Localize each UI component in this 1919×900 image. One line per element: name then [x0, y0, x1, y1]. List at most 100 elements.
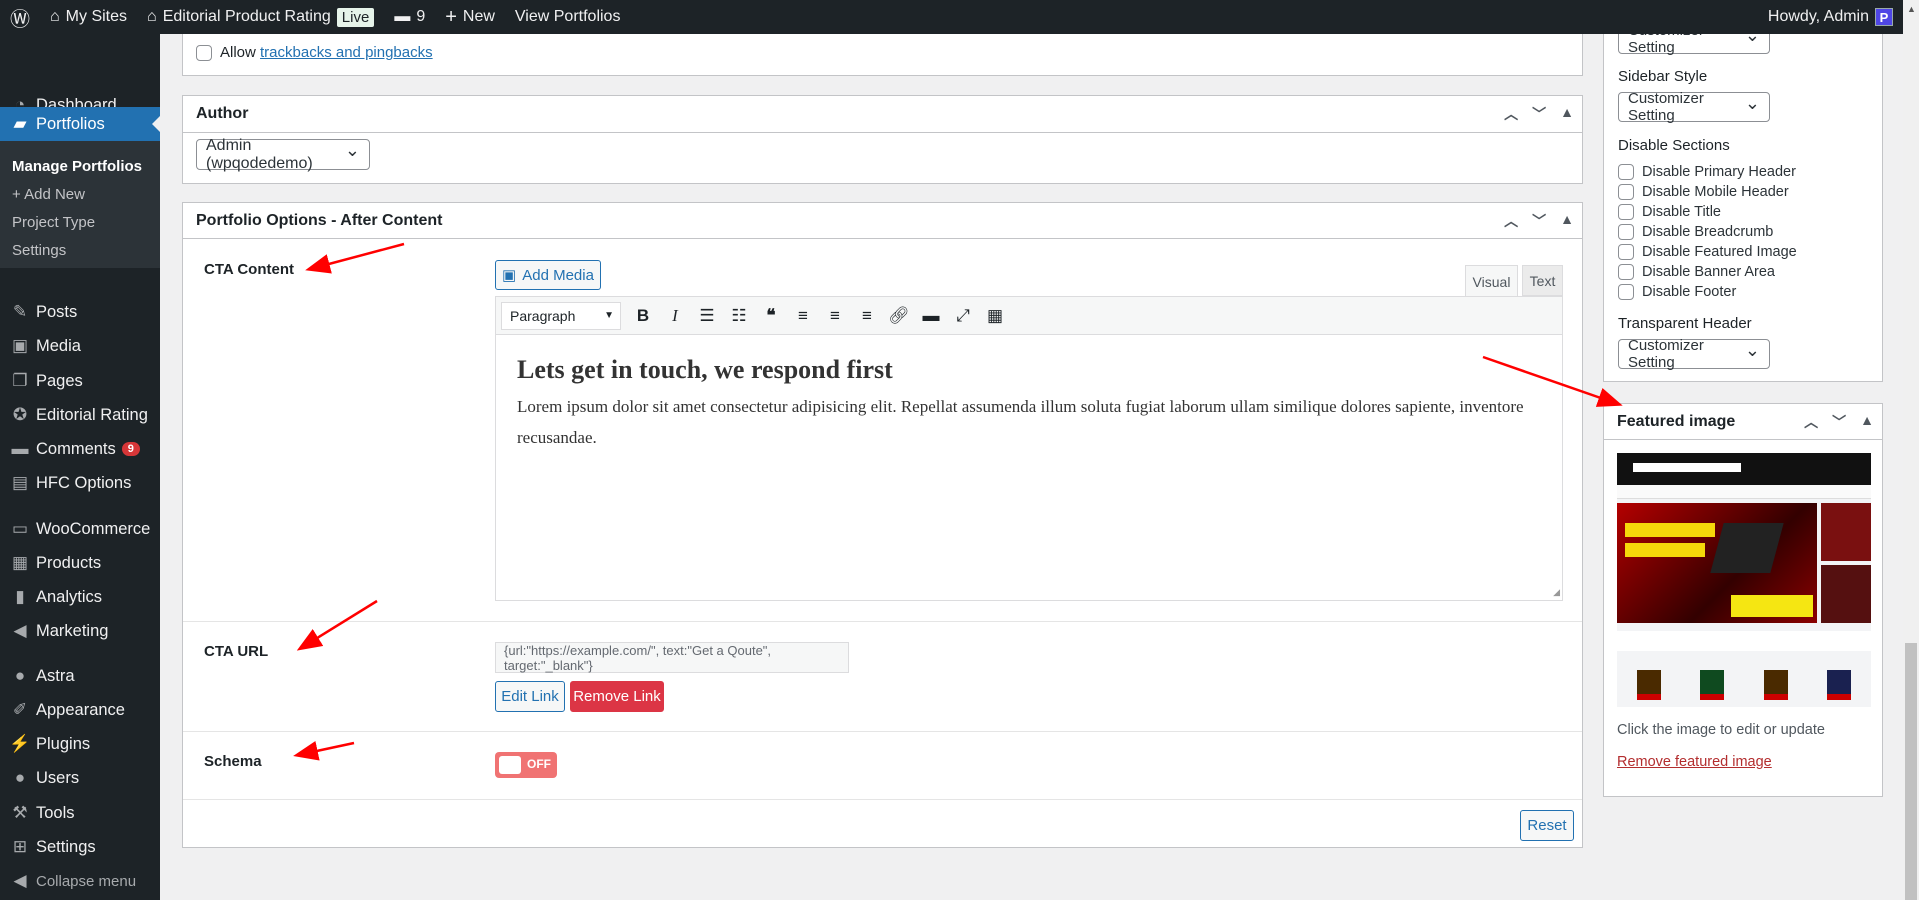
author-select[interactable]: Admin (wpqodedemo): [196, 137, 370, 172]
sidebar-item-pages[interactable]: ❐ Pages: [0, 364, 160, 398]
site-name-link[interactable]: ⌂ Editorial Product Rating Live: [137, 0, 384, 34]
comments-link[interactable]: ▬ 9: [384, 0, 435, 34]
tab-visual[interactable]: Visual: [1465, 265, 1518, 297]
sidebar-item-marketing[interactable]: ◀ Marketing: [0, 614, 160, 648]
schema-toggle[interactable]: OFF: [495, 752, 557, 778]
disable-checkbox[interactable]: [1618, 184, 1634, 200]
disable-option[interactable]: Disable Title: [1618, 202, 1797, 222]
sidebar-item-label: Media: [36, 336, 81, 355]
sidebar-item-media[interactable]: ▣ Media: [0, 329, 160, 363]
portfolio-options-header[interactable]: Portfolio Options - After Content ︿ ﹀ ▲: [183, 203, 1582, 239]
italic-icon[interactable]: I: [659, 306, 691, 326]
move-down-icon[interactable]: ﹀: [1532, 104, 1546, 124]
move-down-icon[interactable]: ﹀: [1832, 412, 1846, 432]
disable-option[interactable]: Disable Featured Image: [1618, 242, 1797, 262]
toggle-panel-icon[interactable]: ▲: [1560, 104, 1574, 124]
format-select[interactable]: Paragraph ▼: [501, 301, 621, 330]
align-right-icon[interactable]: ≡: [851, 306, 883, 326]
submenu-item[interactable]: + Add New: [12, 186, 85, 203]
sidebar-item-hfc-options[interactable]: ▤ HFC Options: [0, 466, 160, 500]
sidebar-item-plugins[interactable]: ⚡ Plugins: [0, 727, 160, 761]
sidebar-item-products[interactable]: ▦ Products: [0, 546, 160, 580]
scrollbar-thumb[interactable]: [1905, 643, 1917, 900]
fullscreen-icon[interactable]: ⤢: [947, 306, 979, 326]
bold-icon[interactable]: B: [627, 306, 659, 326]
trackbacks-option[interactable]: Allow trackbacks and pingbacks: [196, 44, 433, 62]
sidebar-item-tools[interactable]: ⚒ Tools: [0, 796, 160, 830]
disable-option[interactable]: Disable Footer: [1618, 282, 1797, 302]
edit-link-button[interactable]: Edit Link: [495, 681, 565, 712]
scrollbar[interactable]: ▲: [1903, 0, 1919, 900]
remove-featured-image-link[interactable]: Remove featured image: [1617, 754, 1772, 770]
sidebar-item-portfolios[interactable]: ▰ Portfolios: [0, 107, 160, 141]
sidebar-item-users[interactable]: ● Users: [0, 761, 160, 795]
disable-option[interactable]: Disable Mobile Header: [1618, 182, 1797, 202]
featured-image-header[interactable]: Featured image ︿ ﹀ ▲: [1604, 404, 1882, 440]
blockquote-icon[interactable]: ❝: [755, 306, 787, 326]
reset-button[interactable]: Reset: [1520, 810, 1574, 841]
move-up-icon[interactable]: ︿: [1504, 211, 1518, 231]
sidebar-item-astra[interactable]: ● Astra: [0, 659, 160, 693]
author-header[interactable]: Author ︿ ﹀ ▲: [183, 96, 1582, 133]
woo-icon: ▭: [11, 519, 29, 538]
new-link[interactable]: + New: [435, 0, 505, 34]
move-down-icon[interactable]: ﹀: [1532, 211, 1546, 231]
submenu-item[interactable]: Settings: [12, 242, 66, 259]
featured-image-thumbnail[interactable]: [1617, 453, 1871, 707]
trackbacks-link[interactable]: trackbacks and pingbacks: [260, 44, 433, 61]
move-up-icon[interactable]: ︿: [1804, 412, 1818, 432]
align-center-icon[interactable]: ≡: [819, 306, 851, 326]
sidebar-item-label: Comments: [36, 439, 116, 458]
trackbacks-label: Allow: [220, 44, 261, 61]
wordpress-logo-icon[interactable]: Ⓦ: [0, 0, 40, 34]
remove-link-button[interactable]: Remove Link: [570, 681, 664, 712]
cta-url-input[interactable]: {url:"https://example.com/", text:"Get a…: [495, 642, 849, 673]
add-media-button[interactable]: ▣ Add Media: [495, 260, 601, 290]
move-up-icon[interactable]: ︿: [1504, 104, 1518, 124]
toggle-panel-icon[interactable]: ▲: [1860, 412, 1874, 432]
my-sites-link[interactable]: ⌂ My Sites: [40, 0, 137, 34]
page-settings-box: Customizer Setting Sidebar Style Customi…: [1603, 20, 1883, 382]
toggle-panel-icon[interactable]: ▲: [1560, 211, 1574, 231]
sidebar-item-posts[interactable]: ✎ Posts: [0, 295, 160, 329]
sidebar-item-analytics[interactable]: ▮ Analytics: [0, 580, 160, 614]
read-more-icon[interactable]: ▬: [915, 306, 947, 326]
disable-checkbox[interactable]: [1618, 264, 1634, 280]
transparent-header-select[interactable]: Customizer Setting: [1618, 337, 1770, 371]
bullet-list-icon[interactable]: ☰: [691, 306, 723, 326]
link-icon[interactable]: 🔗︎: [883, 306, 915, 326]
resize-handle-icon[interactable]: ◢: [1553, 587, 1560, 598]
disable-checkbox[interactable]: [1618, 224, 1634, 240]
submenu-item[interactable]: Project Type: [12, 214, 95, 231]
sidebar-item-editorial-rating[interactable]: ✪ Editorial Rating: [0, 398, 160, 432]
sidebar-item-appearance[interactable]: ✐ Appearance: [0, 693, 160, 727]
scroll-up-icon[interactable]: ▲: [1907, 4, 1916, 14]
disable-checkbox[interactable]: [1618, 164, 1634, 180]
comment-icon: ▬: [11, 439, 29, 458]
align-left-icon[interactable]: ≡: [787, 306, 819, 326]
numbered-list-icon[interactable]: ☷: [723, 306, 755, 326]
submenu-item[interactable]: Manage Portfolios: [12, 158, 142, 175]
editor-content[interactable]: Lets get in touch, we respond first Lore…: [496, 335, 1562, 583]
disable-checkbox[interactable]: [1618, 284, 1634, 300]
tab-text[interactable]: Text: [1522, 265, 1563, 296]
disable-option[interactable]: Disable Breadcrumb: [1618, 222, 1797, 242]
disable-option[interactable]: Disable Banner Area: [1618, 262, 1797, 282]
disable-option[interactable]: Disable Primary Header: [1618, 162, 1797, 182]
account-menu[interactable]: Howdy, Admin P: [1758, 0, 1903, 34]
disable-checkbox[interactable]: [1618, 204, 1634, 220]
sidebar-item-woocommerce[interactable]: ▭ WooCommerce: [0, 512, 160, 546]
sidebar-item-collapse-menu[interactable]: ◀ Collapse menu: [0, 864, 160, 898]
sidebar-item-settings[interactable]: ⊞ Settings: [0, 830, 160, 864]
trackbacks-checkbox[interactable]: [196, 45, 212, 62]
disable-checkbox[interactable]: [1618, 244, 1634, 260]
sidebar-style-select[interactable]: Customizer Setting: [1618, 90, 1770, 124]
sidebar-item-comments[interactable]: ▬ Comments 9: [0, 432, 160, 466]
toolbar-toggle-icon[interactable]: ▦: [979, 306, 1011, 326]
brush-icon: ✐: [12, 700, 28, 719]
view-portfolios-link[interactable]: View Portfolios: [505, 0, 631, 34]
sidebar-item-label: Products: [36, 553, 102, 572]
sidebar-item-label: Appearance: [36, 700, 125, 719]
portfolio-options-title: Portfolio Options - After Content: [196, 211, 443, 229]
sidebar-item-label: Astra: [36, 666, 75, 685]
